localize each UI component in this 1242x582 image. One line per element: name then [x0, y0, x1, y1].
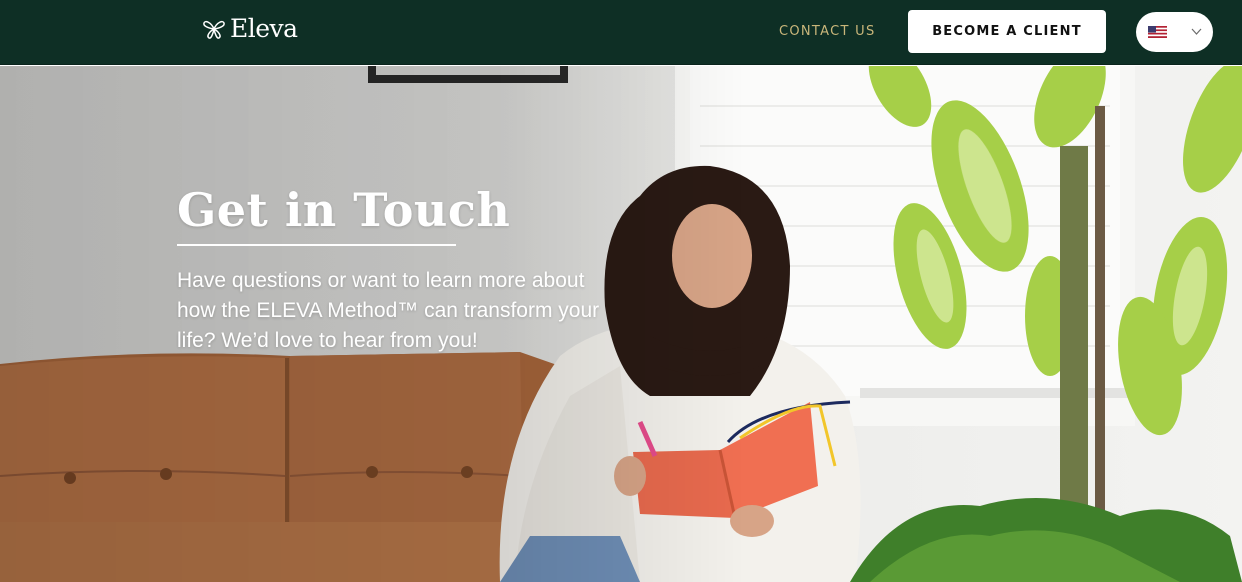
chevron-down-icon — [1191, 28, 1202, 35]
contact-us-link[interactable]: CONTACT US — [779, 22, 876, 42]
hero-description: Have questions or want to learn more abo… — [177, 269, 600, 352]
page-title: Get in Touch — [177, 183, 511, 237]
hero-section: Get in Touch Have questions or want to l… — [0, 66, 1242, 582]
us-flag-icon — [1148, 26, 1167, 38]
logo-text: Eleva — [230, 14, 298, 43]
language-selector[interactable] — [1136, 12, 1213, 52]
butterfly-logo-icon — [203, 20, 225, 39]
title-underline — [177, 244, 456, 246]
site-header: Eleva CONTACT US BECOME A CLIENT — [0, 0, 1242, 65]
logo-link[interactable]: Eleva — [202, 14, 298, 44]
become-a-client-button[interactable]: BECOME A CLIENT — [908, 10, 1106, 53]
